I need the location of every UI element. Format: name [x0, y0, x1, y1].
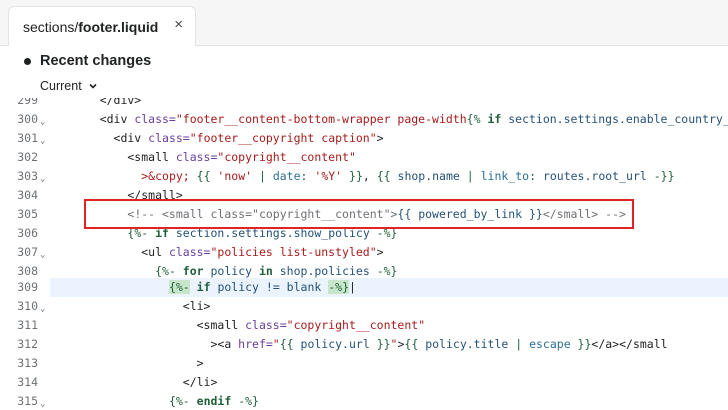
code-line: <small class="copyright__content" [72, 150, 356, 164]
code-line: ><a href="{{ policy.url }}">{{ policy.ti… [72, 337, 668, 351]
line-number: 313 [17, 356, 38, 370]
line-number: 300 ⌄ [12, 110, 62, 129]
version-label: Current [40, 79, 82, 93]
code-editor[interactable]: 299 300 ⌄ 301 ⌄ 302 303 ⌄ 304 305 306 307 ⌄ … [12, 98, 728, 410]
line-number: 314 [17, 375, 38, 389]
line-number: 310 ⌄ [12, 297, 62, 316]
code-line: >&copy; {{ 'now' | date: '%Y' }}, {{ sho… [141, 169, 675, 183]
line-number: 315 ⌄ [12, 392, 62, 410]
tab-bar: sections/footer.liquid × [0, 0, 728, 46]
code-line: <small class="copyright__content" [72, 318, 426, 332]
highlight-box [84, 199, 634, 229]
version-dropdown[interactable]: Current [40, 79, 98, 93]
line-number: 301 ⌄ [12, 129, 62, 148]
code-line: > [72, 356, 204, 370]
status-dot-icon [24, 58, 31, 65]
code-line: <li> [72, 299, 211, 313]
tab-directory: sections/ [23, 18, 79, 35]
line-number-current: 309 [17, 280, 38, 294]
code-line: <div class="footer__content-bottom-wrapp… [72, 112, 728, 126]
line-number: 303 ⌄ [12, 167, 62, 186]
code-line: <div class="footer__copyright caption"> [72, 131, 384, 145]
line-number: 311 [17, 318, 38, 332]
recent-changes-panel: Recent changes Current [0, 46, 728, 98]
line-number: 302 [17, 150, 38, 164]
line-number: 305 [17, 207, 38, 221]
close-icon[interactable]: × [174, 16, 183, 33]
chevron-down-icon [89, 83, 97, 89]
line-number: 306 [17, 226, 38, 240]
code-line-current: {%- if policy != blank -%}| [168, 280, 356, 294]
line-number: 304 [17, 188, 38, 202]
code-line: </li> [72, 375, 218, 389]
code-line: </div> [72, 98, 142, 107]
fold-chevron-icon[interactable]: ⌄ [40, 395, 45, 410]
recent-changes-title: Recent changes [40, 53, 152, 69]
line-number: 307 ⌄ [12, 243, 62, 262]
code-line: {%- endif -%} [168, 394, 259, 408]
code-line: <ul class="policies list-unstyled"> [72, 245, 384, 259]
tab-filename: footer.liquid [78, 18, 159, 35]
tab-footer-liquid[interactable]: sections/footer.liquid × [8, 6, 196, 46]
line-number: 299 [17, 98, 38, 107]
line-number: 312 [17, 337, 38, 351]
